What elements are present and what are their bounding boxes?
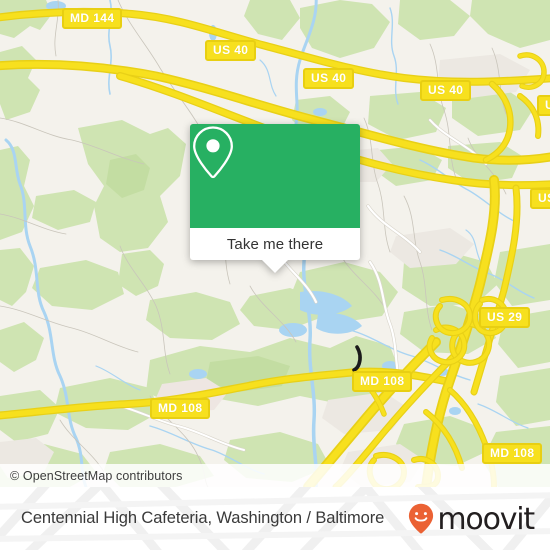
highway-shield-clipped[interactable]: US	[530, 188, 550, 209]
moovit-logo[interactable]: moovit	[408, 501, 535, 537]
highway-shield-clipped[interactable]: US 4	[537, 95, 550, 116]
location-popup-card[interactable]: Take me there	[190, 124, 360, 273]
take-me-there-label: Take me there	[226, 235, 324, 253]
moovit-pin-icon	[409, 503, 434, 534]
location-pin-icon	[193, 126, 233, 179]
highway-shield[interactable]: US 40	[420, 80, 472, 101]
bottom-info-bar: Centennial High Cafeteria, Washington / …	[0, 487, 550, 550]
screenshot-root: .park{fill:#cfe4b2} .parkd{fill:#c3dda2}…	[0, 0, 550, 550]
popup-header	[190, 124, 360, 228]
moovit-wordmark: moovit	[437, 501, 535, 537]
highway-shield[interactable]: MD 108	[150, 398, 211, 419]
highway-shield[interactable]: US 40	[303, 68, 355, 89]
highway-shield[interactable]: MD 108	[352, 371, 413, 392]
popup-footer[interactable]: Take me there	[190, 228, 360, 273]
highway-shield[interactable]: MD 144	[62, 8, 123, 29]
highway-shield[interactable]: US 40	[205, 40, 257, 61]
place-title: Centennial High Cafeteria, Washington / …	[21, 509, 385, 527]
map-canvas[interactable]: .park{fill:#cfe4b2} .parkd{fill:#c3dda2}…	[0, 0, 550, 487]
popup-tail	[262, 260, 288, 273]
osm-attribution-text[interactable]: © OpenStreetMap contributors	[0, 469, 183, 483]
map-attribution-bar: © OpenStreetMap contributors	[0, 464, 550, 487]
highway-shield[interactable]: US 29	[479, 307, 531, 328]
highway-shield[interactable]: MD 108	[482, 443, 543, 464]
